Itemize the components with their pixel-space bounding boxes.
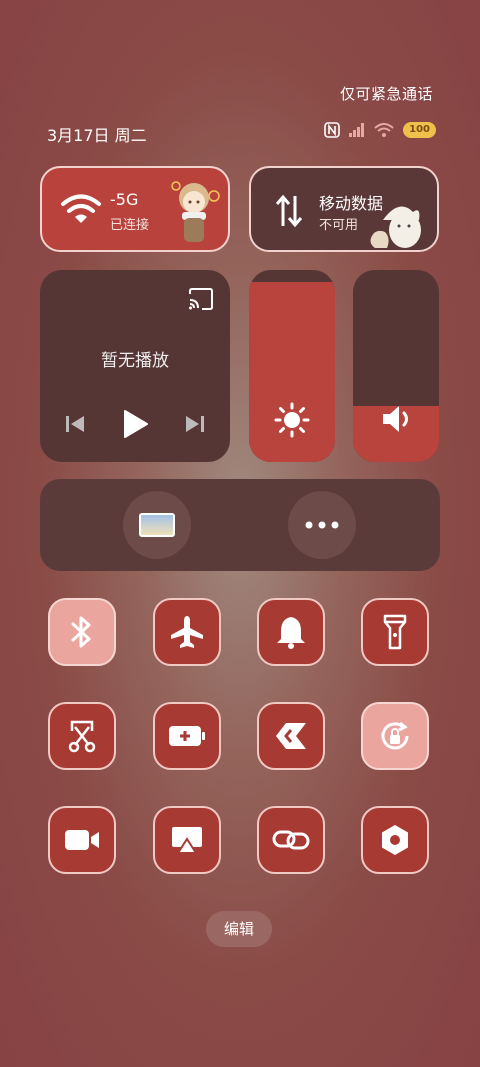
status-icons: 100 [324,122,436,138]
volume-icon [381,404,413,434]
edit-button[interactable]: 编辑 [206,911,272,947]
more-icon [305,521,339,529]
cast-screen-icon [170,825,204,855]
airplane-icon [170,615,204,649]
settings-toggle[interactable] [361,806,429,874]
data-transfer-icon [275,194,303,228]
bluetooth-toggle[interactable] [48,598,116,666]
bell-icon [276,615,306,649]
more-button[interactable] [288,491,356,559]
signal-icon [349,123,365,137]
wifi-icon [61,193,101,225]
screenshot-toggle[interactable] [48,702,116,770]
media-player-card: 暂无播放 [40,270,230,462]
nfc-icon [324,122,340,138]
battery-icon: 100 [403,122,436,138]
bluetooth-icon [69,615,95,649]
screen-record-toggle[interactable] [48,806,116,874]
cast-icon[interactable] [188,288,214,310]
link-icon [272,827,310,853]
brightness-icon [274,402,310,438]
previous-track-icon[interactable] [65,414,85,434]
airplane-mode-toggle[interactable] [153,598,221,666]
rotation-lock-icon [378,719,412,753]
wifi-status: 已连接 [110,218,150,233]
wifi-status-icon [374,123,394,137]
ring-mode-toggle[interactable] [257,598,325,666]
mobile-data-card[interactable]: 移动数据 不可用 [249,166,439,252]
wifi-network-name: -5G [110,190,139,209]
date-label: 3月17日 周二 [47,126,147,145]
shortcuts-icon [274,721,308,751]
volume-slider[interactable] [353,270,439,462]
mobile-data-status: 不可用 [319,218,359,233]
character-sticker-icon [166,174,222,248]
screen-mirror-icon [139,513,175,537]
brightness-slider[interactable] [249,270,335,462]
next-track-icon[interactable] [185,414,205,434]
flashlight-toggle[interactable] [361,598,429,666]
hexagon-settings-icon [379,823,411,857]
wifi-card[interactable]: -5G 已连接 [40,166,230,252]
emergency-call-note: 仅可紧急通话 [339,85,433,103]
battery-saver-toggle[interactable] [153,702,221,770]
rotation-lock-toggle[interactable] [361,702,429,770]
battery-saver-icon [168,724,206,748]
flashlight-icon [383,614,407,650]
shortcuts-toggle[interactable] [257,702,325,770]
cat-sticker-icon [369,192,427,250]
screenshot-icon [66,719,98,753]
screen-mirror-button[interactable] [123,491,191,559]
quick-actions-bar [40,479,440,571]
play-icon[interactable] [123,409,149,439]
video-camera-icon [64,828,100,852]
connect-toggle[interactable] [257,806,325,874]
screen-cast-toggle[interactable] [153,806,221,874]
media-status-title: 暂无播放 [101,351,169,371]
